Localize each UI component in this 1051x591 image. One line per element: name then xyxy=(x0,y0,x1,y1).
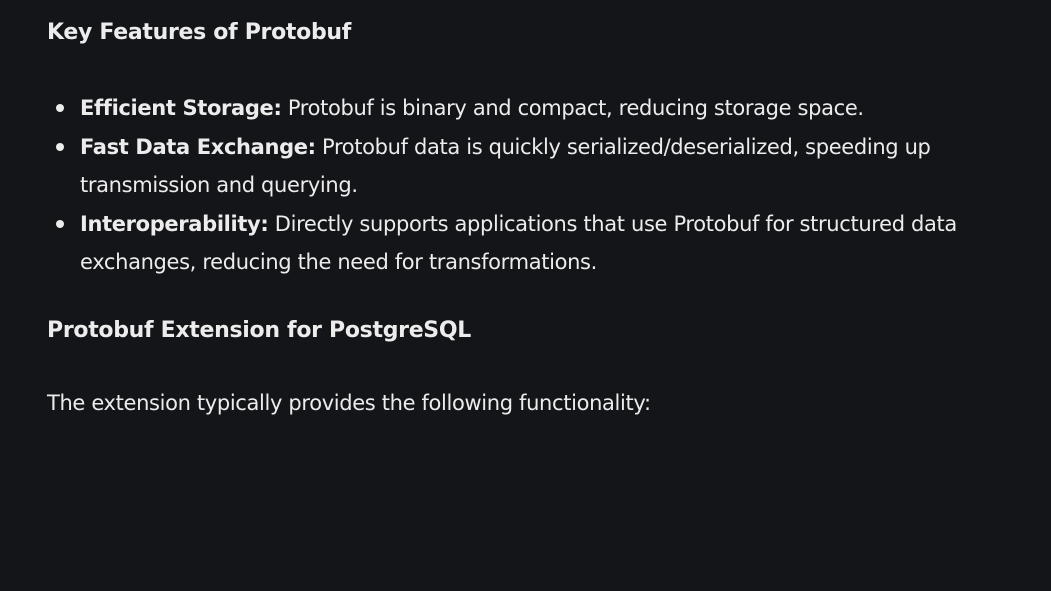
key-features-heading: Key Features of Protobuf xyxy=(47,20,352,45)
feature-list: Efficient Storage: Protobuf is binary an… xyxy=(47,89,1027,282)
feature-description: Protobuf is binary and compact, reducing… xyxy=(287,96,864,120)
bullet-icon xyxy=(56,142,64,151)
response-content: Key Features of Protobuf Efficient Stora… xyxy=(0,0,1051,591)
list-item: Interoperability: Directly supports appl… xyxy=(47,205,1027,282)
extension-intro-text: The extension typically provides the fol… xyxy=(47,391,651,415)
feature-term: Efficient Storage: xyxy=(80,96,282,120)
feature-term: Fast Data Exchange: xyxy=(80,134,316,159)
extension-heading: Protobuf Extension for PostgreSQL xyxy=(47,318,471,343)
feature-term: Interoperability: xyxy=(80,211,269,236)
bullet-icon xyxy=(56,219,64,228)
list-item: Efficient Storage: Protobuf is binary an… xyxy=(47,89,1027,128)
list-item: Fast Data Exchange: Protobuf data is qui… xyxy=(47,128,1027,205)
bullet-icon xyxy=(56,104,64,112)
